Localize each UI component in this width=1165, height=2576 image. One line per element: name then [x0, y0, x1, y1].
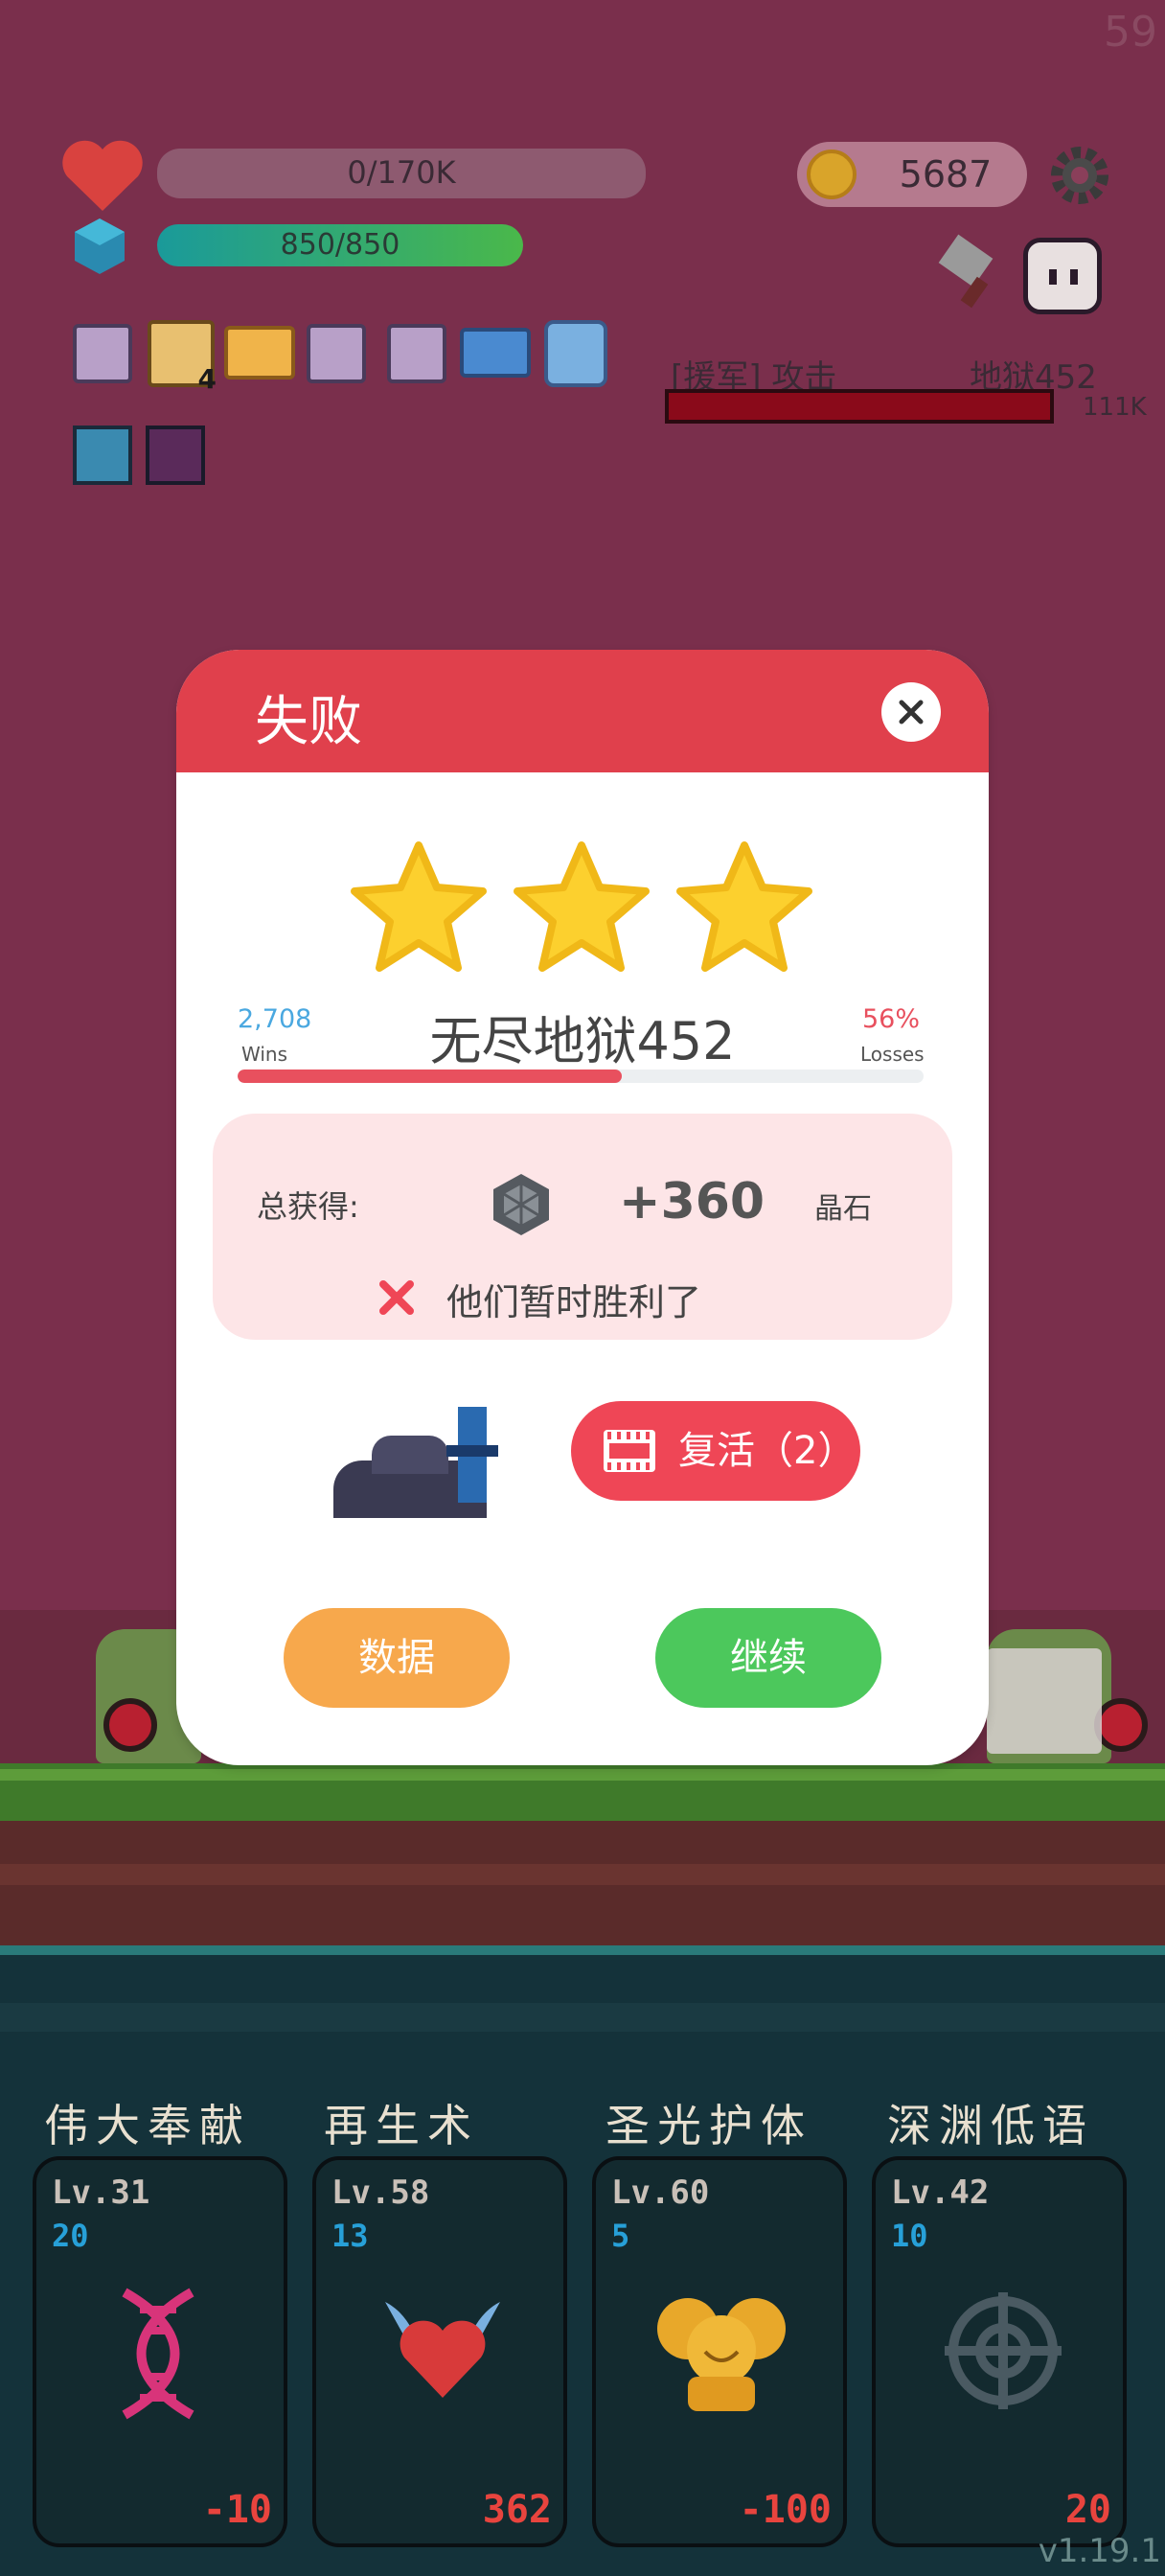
skill-count: 20 — [52, 2218, 89, 2254]
coin-amount: 5687 — [899, 153, 993, 196]
right-skeleton-group — [987, 1648, 1102, 1754]
golden-cherub-icon — [657, 2298, 786, 2411]
skill-cost: 362 — [482, 2488, 552, 2532]
skill-name: 伟大奉献 — [44, 2100, 251, 2151]
dna-icon — [122, 2288, 194, 2420]
buff-scroll-icon-2[interactable] — [307, 324, 366, 383]
win-rate-bar — [238, 1070, 924, 1083]
buff-recipe-icon[interactable] — [224, 326, 295, 380]
dialog-title: 失败 — [255, 691, 362, 753]
skill-level: Lv.60 — [611, 2174, 710, 2212]
skill-cost: -10 — [202, 2488, 272, 2532]
video-icon — [604, 1430, 655, 1472]
skill-count: 5 — [611, 2218, 630, 2254]
star-icon — [676, 841, 812, 972]
defeat-dialog: 失败 2,708 Wins 无尽地狱452 56% Losses 总获得: +3… — [176, 650, 989, 1765]
skill-name: 深渊低语 — [887, 2100, 1094, 2151]
skill-cost: 20 — [1064, 2488, 1111, 2532]
skill-cost: -100 — [739, 2488, 832, 2532]
right-shield-icon — [1094, 1698, 1148, 1752]
skill-card-holy-light[interactable]: Lv.60 5 -100 — [592, 2156, 847, 2547]
buff-map-scroll-icon[interactable]: 4 — [148, 320, 217, 395]
reward-box: 总获得: +360 晶石 他们暂时胜利了 — [213, 1114, 952, 1340]
skill-count: 13 — [331, 2218, 369, 2254]
star-icon — [351, 841, 487, 972]
skill-name: 圣光护体 — [605, 2100, 812, 2151]
grass-highlight — [0, 1769, 1165, 1781]
continue-button-label: 继续 — [730, 1636, 807, 1680]
buff-scroll-icon-1[interactable] — [73, 324, 132, 383]
enemy-hp-text: 111K — [1083, 393, 1147, 422]
dirt-stripe — [0, 1864, 1165, 1885]
revive-button[interactable]: 复活（2） — [571, 1401, 860, 1501]
fallen-knight-icon — [333, 1407, 521, 1520]
skill-card-devotion[interactable]: Lv.31 20 -10 — [33, 2156, 287, 2547]
revive-label: 复活（2） — [678, 1429, 857, 1473]
stats-button[interactable]: 数据 — [284, 1608, 510, 1708]
buff-scroll-icon-3[interactable] — [387, 324, 446, 383]
panel-stripe — [0, 2003, 1165, 2032]
buff-card-icon[interactable] — [460, 328, 531, 378]
skill-level: Lv.31 — [52, 2174, 150, 2212]
buff-demon-icon[interactable] — [146, 426, 205, 485]
enemy-hp-bar — [665, 389, 1054, 424]
gem-icon — [493, 1174, 549, 1235]
reward-unit: 晶石 — [814, 1192, 872, 1226]
skill-count: 10 — [891, 2218, 928, 2254]
star-icon — [514, 841, 650, 972]
losses-value: 56% — [862, 1004, 921, 1034]
cleaver-icon — [929, 234, 1006, 310]
buff-lightbulb-icon[interactable] — [73, 426, 132, 485]
settings-gear-icon[interactable] — [1046, 142, 1113, 209]
mana-crystal-icon — [73, 217, 126, 276]
cross-icon — [379, 1280, 414, 1315]
water-edge — [0, 1945, 1165, 1955]
hp-text: 0/170K — [347, 154, 456, 191]
reward-amount: +360 — [619, 1173, 765, 1230]
close-icon — [899, 700, 924, 724]
hp-bar: 0/170K — [157, 149, 646, 198]
skill-level: Lv.42 — [891, 2174, 990, 2212]
version-label: v1.19.1 — [1038, 2532, 1161, 2570]
continue-button[interactable]: 继续 — [655, 1608, 881, 1708]
buff-shirt-icon[interactable] — [544, 320, 607, 387]
fps-counter: 59 — [1104, 8, 1157, 57]
coin-counter: 5687 — [797, 142, 1027, 207]
mana-bar: 850/850 — [157, 224, 523, 266]
heart-icon — [59, 138, 146, 215]
skill-level: Lv.58 — [331, 2174, 430, 2212]
close-button[interactable] — [881, 682, 941, 742]
win-rate-fill — [238, 1070, 622, 1083]
scroll-count-badge: 4 — [197, 363, 217, 395]
ghost-avatar-icon — [1023, 238, 1102, 314]
losses-label: Losses — [860, 1043, 925, 1066]
skill-name: 再生术 — [324, 2100, 479, 2151]
dialog-header: 失败 — [176, 650, 989, 772]
coin-icon — [807, 150, 857, 199]
mana-text: 850/850 — [280, 228, 400, 262]
stats-button-label: 数据 — [358, 1636, 435, 1680]
result-message: 他们暂时胜利了 — [446, 1281, 702, 1323]
left-shield-icon — [103, 1698, 157, 1752]
skill-card-abyss-whisper[interactable]: Lv.42 10 20 — [872, 2156, 1127, 2547]
reward-label: 总获得: — [257, 1188, 359, 1225]
skill-card-regeneration[interactable]: Lv.58 13 362 — [312, 2156, 567, 2547]
winged-heart-icon — [385, 2302, 500, 2398]
crosshair-icon — [945, 2292, 1062, 2409]
